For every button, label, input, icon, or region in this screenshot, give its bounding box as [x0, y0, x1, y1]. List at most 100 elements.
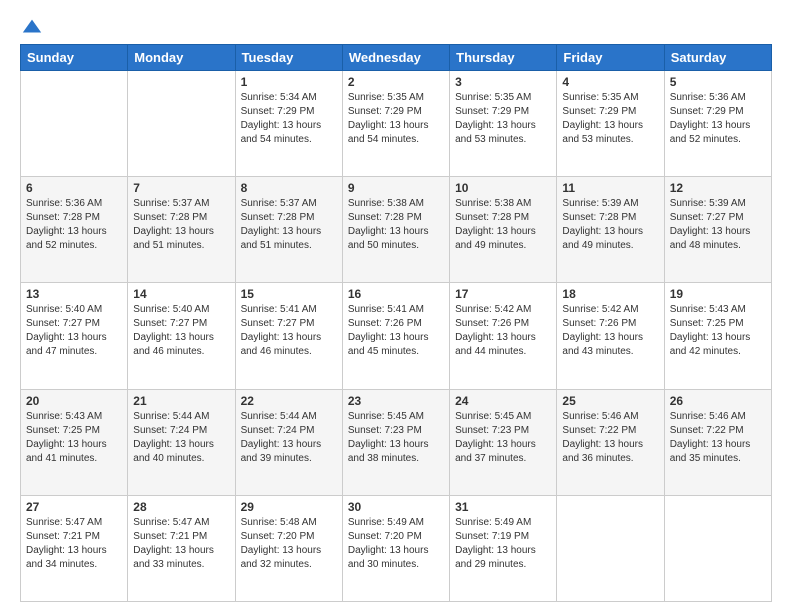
- calendar-cell: 2 Sunrise: 5:35 AMSunset: 7:29 PMDaylight…: [342, 71, 449, 177]
- calendar-cell: 23 Sunrise: 5:45 AMSunset: 7:23 PMDayligh…: [342, 389, 449, 495]
- day-info: Sunrise: 5:41 AMSunset: 7:27 PMDaylight:…: [241, 303, 337, 359]
- day-number: 23: [348, 394, 444, 408]
- calendar-cell: 13 Sunrise: 5:40 AMSunset: 7:27 PMDayligh…: [21, 283, 128, 389]
- day-info: Sunrise: 5:47 AMSunset: 7:21 PMDaylight:…: [26, 516, 122, 572]
- calendar-cell: 28 Sunrise: 5:47 AMSunset: 7:21 PMDayligh…: [128, 495, 235, 601]
- calendar-cell: 18Sunrise: 5:42 AMSunset: 7:26 PMDayligh…: [557, 283, 664, 389]
- calendar-cell: 7 Sunrise: 5:37 AMSunset: 7:28 PMDaylight…: [128, 177, 235, 283]
- calendar-week-row: 1Sunrise: 5:34 AMSunset: 7:29 PMDaylight…: [21, 71, 772, 177]
- calendar-day-header: Monday: [128, 45, 235, 71]
- calendar-cell: 25 Sunrise: 5:46 AMSunset: 7:22 PMDayligh…: [557, 389, 664, 495]
- calendar-week-row: 6Sunrise: 5:36 AMSunset: 7:28 PMDaylight…: [21, 177, 772, 283]
- day-info: Sunrise: 5:47 AMSunset: 7:21 PMDaylight:…: [133, 516, 229, 572]
- calendar-cell: 27 Sunrise: 5:47 AMSunset: 7:21 PMDayligh…: [21, 495, 128, 601]
- calendar-cell: 11 Sunrise: 5:39 AMSunset: 7:28 PMDayligh…: [557, 177, 664, 283]
- day-number: 5: [670, 75, 766, 89]
- day-number: 10: [455, 181, 551, 195]
- calendar-cell: 29 Sunrise: 5:48 AMSunset: 7:20 PMDayligh…: [235, 495, 342, 601]
- calendar-cell: 1Sunrise: 5:34 AMSunset: 7:29 PMDaylight…: [235, 71, 342, 177]
- day-number: 30: [348, 500, 444, 514]
- day-info: Sunrise: 5:37 AMSunset: 7:28 PMDaylight:…: [133, 197, 229, 253]
- day-number: 21: [133, 394, 229, 408]
- calendar-cell: 3 Sunrise: 5:35 AMSunset: 7:29 PMDaylight…: [450, 71, 557, 177]
- calendar-cell: [21, 71, 128, 177]
- day-number: 25: [562, 394, 658, 408]
- day-info: Sunrise: 5:42 AMSunset: 7:26 PMDaylight:…: [562, 303, 658, 359]
- day-number: 28: [133, 500, 229, 514]
- day-info: Sunrise: 5:40 AMSunset: 7:27 PMDaylight:…: [26, 303, 122, 359]
- calendar-week-row: 27 Sunrise: 5:47 AMSunset: 7:21 PMDayligh…: [21, 495, 772, 601]
- day-number: 17: [455, 287, 551, 301]
- day-number: 15: [241, 287, 337, 301]
- calendar-cell: 21 Sunrise: 5:44 AMSunset: 7:24 PMDayligh…: [128, 389, 235, 495]
- calendar-day-header: Sunday: [21, 45, 128, 71]
- calendar-cell: 15 Sunrise: 5:41 AMSunset: 7:27 PMDayligh…: [235, 283, 342, 389]
- day-info: Sunrise: 5:41 AMSunset: 7:26 PMDaylight:…: [348, 303, 444, 359]
- calendar-cell: 24 Sunrise: 5:45 AMSunset: 7:23 PMDayligh…: [450, 389, 557, 495]
- calendar-cell: [557, 495, 664, 601]
- day-info: Sunrise: 5:38 AMSunset: 7:28 PMDaylight:…: [455, 197, 551, 253]
- calendar-week-row: 13 Sunrise: 5:40 AMSunset: 7:27 PMDayligh…: [21, 283, 772, 389]
- calendar-day-header: Friday: [557, 45, 664, 71]
- calendar-cell: 14 Sunrise: 5:40 AMSunset: 7:27 PMDayligh…: [128, 283, 235, 389]
- day-info: Sunrise: 5:35 AMSunset: 7:29 PMDaylight:…: [455, 91, 551, 147]
- day-info: Sunrise: 5:35 AMSunset: 7:29 PMDaylight:…: [562, 91, 658, 147]
- day-info: Sunrise: 5:40 AMSunset: 7:27 PMDaylight:…: [133, 303, 229, 359]
- day-number: 8: [241, 181, 337, 195]
- day-number: 12: [670, 181, 766, 195]
- day-info: Sunrise: 5:35 AMSunset: 7:29 PMDaylight:…: [348, 91, 444, 147]
- day-info: Sunrise: 5:34 AMSunset: 7:29 PMDaylight:…: [241, 91, 337, 147]
- calendar-cell: 8 Sunrise: 5:37 AMSunset: 7:28 PMDaylight…: [235, 177, 342, 283]
- calendar-header-row: SundayMondayTuesdayWednesdayThursdayFrid…: [21, 45, 772, 71]
- day-info: Sunrise: 5:37 AMSunset: 7:28 PMDaylight:…: [241, 197, 337, 253]
- day-number: 27: [26, 500, 122, 514]
- day-info: Sunrise: 5:36 AMSunset: 7:29 PMDaylight:…: [670, 91, 766, 147]
- day-number: 7: [133, 181, 229, 195]
- calendar-cell: 9 Sunrise: 5:38 AMSunset: 7:28 PMDaylight…: [342, 177, 449, 283]
- calendar-cell: 22 Sunrise: 5:44 AMSunset: 7:24 PMDayligh…: [235, 389, 342, 495]
- day-number: 3: [455, 75, 551, 89]
- calendar-cell: 5 Sunrise: 5:36 AMSunset: 7:29 PMDaylight…: [664, 71, 771, 177]
- day-info: Sunrise: 5:45 AMSunset: 7:23 PMDaylight:…: [455, 410, 551, 466]
- calendar-table: SundayMondayTuesdayWednesdayThursdayFrid…: [20, 44, 772, 602]
- calendar-week-row: 20 Sunrise: 5:43 AMSunset: 7:25 PMDayligh…: [21, 389, 772, 495]
- day-info: Sunrise: 5:44 AMSunset: 7:24 PMDaylight:…: [133, 410, 229, 466]
- day-number: 29: [241, 500, 337, 514]
- calendar-cell: 30 Sunrise: 5:49 AMSunset: 7:20 PMDayligh…: [342, 495, 449, 601]
- day-number: 24: [455, 394, 551, 408]
- calendar-day-header: Saturday: [664, 45, 771, 71]
- day-number: 13: [26, 287, 122, 301]
- day-number: 16: [348, 287, 444, 301]
- calendar-day-header: Tuesday: [235, 45, 342, 71]
- calendar-cell: 4Sunrise: 5:35 AMSunset: 7:29 PMDaylight…: [557, 71, 664, 177]
- day-info: Sunrise: 5:43 AMSunset: 7:25 PMDaylight:…: [26, 410, 122, 466]
- day-number: 22: [241, 394, 337, 408]
- day-info: Sunrise: 5:46 AMSunset: 7:22 PMDaylight:…: [562, 410, 658, 466]
- day-info: Sunrise: 5:49 AMSunset: 7:20 PMDaylight:…: [348, 516, 444, 572]
- day-info: Sunrise: 5:42 AMSunset: 7:26 PMDaylight:…: [455, 303, 551, 359]
- day-info: Sunrise: 5:48 AMSunset: 7:20 PMDaylight:…: [241, 516, 337, 572]
- day-number: 20: [26, 394, 122, 408]
- day-number: 9: [348, 181, 444, 195]
- header: [20, 16, 772, 34]
- logo-icon: [21, 16, 43, 38]
- calendar-cell: 31Sunrise: 5:49 AMSunset: 7:19 PMDayligh…: [450, 495, 557, 601]
- day-info: Sunrise: 5:44 AMSunset: 7:24 PMDaylight:…: [241, 410, 337, 466]
- day-info: Sunrise: 5:39 AMSunset: 7:28 PMDaylight:…: [562, 197, 658, 253]
- day-info: Sunrise: 5:39 AMSunset: 7:27 PMDaylight:…: [670, 197, 766, 253]
- day-number: 11: [562, 181, 658, 195]
- day-number: 2: [348, 75, 444, 89]
- calendar-day-header: Wednesday: [342, 45, 449, 71]
- day-info: Sunrise: 5:49 AMSunset: 7:19 PMDaylight:…: [455, 516, 551, 572]
- page: SundayMondayTuesdayWednesdayThursdayFrid…: [0, 0, 792, 612]
- calendar-cell: 16 Sunrise: 5:41 AMSunset: 7:26 PMDayligh…: [342, 283, 449, 389]
- calendar-cell: [128, 71, 235, 177]
- calendar-cell: [664, 495, 771, 601]
- calendar-day-header: Thursday: [450, 45, 557, 71]
- day-info: Sunrise: 5:38 AMSunset: 7:28 PMDaylight:…: [348, 197, 444, 253]
- calendar-cell: 10 Sunrise: 5:38 AMSunset: 7:28 PMDayligh…: [450, 177, 557, 283]
- day-info: Sunrise: 5:45 AMSunset: 7:23 PMDaylight:…: [348, 410, 444, 466]
- day-number: 14: [133, 287, 229, 301]
- calendar-cell: 26Sunrise: 5:46 AMSunset: 7:22 PMDayligh…: [664, 389, 771, 495]
- calendar-cell: 17 Sunrise: 5:42 AMSunset: 7:26 PMDayligh…: [450, 283, 557, 389]
